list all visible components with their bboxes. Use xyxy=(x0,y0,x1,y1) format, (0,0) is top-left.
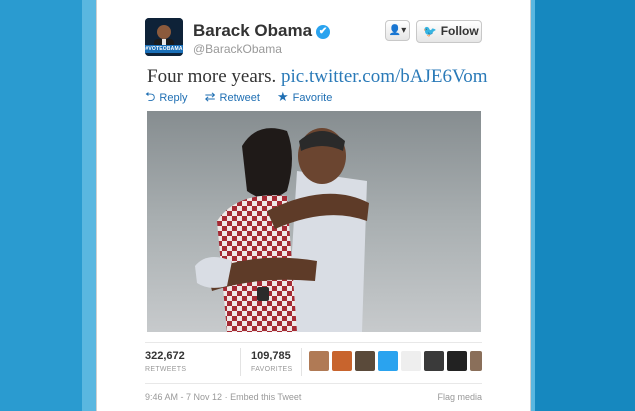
tweet-link[interactable]: pic.twitter.com/bAJE6Vom xyxy=(281,66,488,87)
follow-label: Follow xyxy=(440,24,479,38)
star-icon: ★ xyxy=(276,89,289,104)
retweet-action[interactable]: ⇄ Retweet xyxy=(205,89,260,105)
tweet-photo[interactable] xyxy=(147,111,481,332)
favoriter-avatar[interactable] xyxy=(424,351,444,371)
retweet-label: Retweet xyxy=(219,92,260,104)
favoriter-avatar[interactable] xyxy=(401,351,421,371)
avatar[interactable]: #VOTEOBAMA xyxy=(145,18,183,56)
favoriter-avatar[interactable] xyxy=(470,351,482,371)
user-name-text[interactable]: Barack Obama xyxy=(193,21,312,40)
follow-button[interactable]: 🐦 Follow xyxy=(416,20,482,43)
favoriter-avatar[interactable] xyxy=(378,351,398,371)
verified-check-icon: ✔ xyxy=(316,25,331,39)
user-dropdown-button[interactable]: 👤▾ xyxy=(385,20,410,41)
flag-media-link[interactable]: Flag media xyxy=(437,392,482,402)
page-background-left xyxy=(0,0,82,411)
tweet-actions: ⮌ Reply ⇄ Retweet ★ Favorite xyxy=(145,88,346,110)
favorites-count[interactable]: 109,785 xyxy=(251,350,291,362)
tweet-text: Four more years. pic.twitter.com/bAJE6Vo… xyxy=(147,66,488,88)
tweet-stats: 322,672 RETWEETS 109,785 FAVORITES xyxy=(145,342,482,384)
stats-divider xyxy=(301,348,302,376)
user-dropdown-icon: 👤▾ xyxy=(388,25,407,36)
tweet-body: Four more years. xyxy=(147,66,277,87)
page-background-strip xyxy=(82,0,96,411)
user-name[interactable]: Barack Obama ✔ xyxy=(193,21,331,41)
reply-arrow-icon: ⮌ xyxy=(145,89,156,104)
avatar-badge: #VOTEOBAMA xyxy=(145,45,183,53)
tweet-timestamp[interactable]: 9:46 AM - 7 Nov 12 xyxy=(145,392,222,402)
page-background-right xyxy=(535,0,635,411)
retweet-icon: ⇄ xyxy=(204,89,216,104)
retweets-label: RETWEETS xyxy=(145,366,187,373)
twitter-bird-icon: 🐦 xyxy=(423,26,437,38)
user-handle[interactable]: @BarackObama xyxy=(193,42,282,56)
reply-label: Reply xyxy=(159,92,188,104)
retweets-count[interactable]: 322,672 xyxy=(145,350,185,362)
photo-image xyxy=(147,111,481,332)
favoriter-avatar[interactable] xyxy=(332,351,352,371)
favorite-action[interactable]: ★ Favorite xyxy=(277,89,332,105)
favorites-label: FAVORITES xyxy=(251,366,293,373)
embed-tweet-link[interactable]: Embed this Tweet xyxy=(230,392,301,402)
favoriter-avatar[interactable] xyxy=(447,351,467,371)
favoriter-avatar[interactable] xyxy=(309,351,329,371)
stats-divider xyxy=(240,348,241,376)
reply-action[interactable]: ⮌ Reply xyxy=(145,88,188,110)
favoriter-avatar[interactable] xyxy=(355,351,375,371)
tweet-footer: 9:46 AM - 7 Nov 12 · Embed this Tweet Fl… xyxy=(145,392,482,402)
tweet-card: #VOTEOBAMA Barack Obama ✔ @BarackObama 👤▾… xyxy=(96,0,531,411)
favorite-label: Favorite xyxy=(292,92,333,104)
